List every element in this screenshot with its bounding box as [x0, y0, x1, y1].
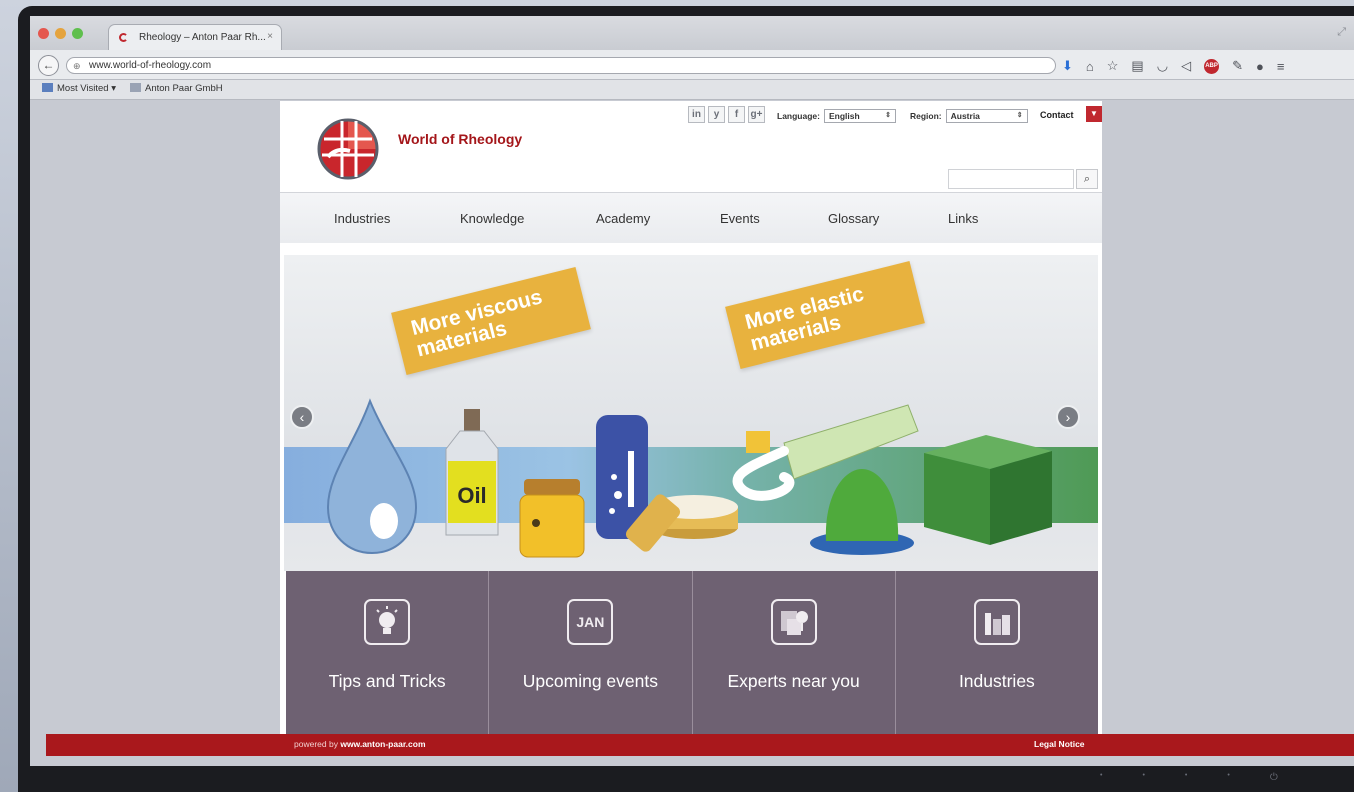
language-label: Language:	[777, 111, 820, 121]
folder-icon	[42, 83, 53, 92]
feature-upcoming-events[interactable]: JAN Upcoming events	[489, 571, 693, 739]
feature-experts-near-you[interactable]: Experts near you	[693, 571, 896, 739]
monitor-button[interactable]: •	[1227, 772, 1229, 783]
nav-events[interactable]: Events	[720, 193, 828, 243]
oil-bottle-icon: Oil	[445, 409, 499, 536]
world-of-rheology-logo[interactable]	[316, 117, 380, 181]
toothpaste-tube-icon	[732, 404, 919, 501]
chat-icon[interactable]: ●	[1256, 59, 1264, 74]
tab-rheology[interactable]: Rheology – Anton Paar Rh... ×	[108, 24, 282, 50]
favicon-icon	[119, 33, 128, 42]
feature-tiles: Tips and Tricks JAN Upcoming events Expe…	[286, 571, 1098, 739]
tab-title: Rheology – Anton Paar Rh...	[139, 32, 266, 43]
adblock-icon[interactable]: ABP	[1204, 58, 1220, 74]
feature-tips-and-tricks[interactable]: Tips and Tricks	[286, 571, 490, 739]
calendar-icon: JAN	[567, 599, 614, 645]
zoom-window-button[interactable]	[72, 28, 83, 39]
oil-label: Oil	[457, 483, 486, 508]
tab-close-icon[interactable]: ×	[267, 31, 273, 42]
monitor-button[interactable]: •	[1100, 772, 1102, 783]
factory-icon	[973, 599, 1020, 645]
rubber-cube-icon	[924, 435, 1052, 545]
legal-notice-link[interactable]: Legal Notice	[1034, 739, 1085, 749]
feature-label: Upcoming events	[522, 671, 658, 691]
nav-knowledge[interactable]: Knowledge	[460, 193, 596, 243]
site-name[interactable]: World of Rheology	[398, 131, 522, 147]
main-navigation: Industries Knowledge Academy Events Glos…	[280, 193, 1102, 243]
site-header: World of Rheology in y f g+ Language: En…	[280, 101, 1102, 193]
navigation-toolbar: ← ⊕ www.world-of-rheology.com ⬇ ⌂ ☆ ▤ ◡ …	[30, 50, 1354, 80]
home-icon[interactable]: ⌂	[1086, 59, 1094, 74]
monitor-button[interactable]: •	[1185, 772, 1187, 783]
facebook-icon[interactable]: f	[728, 106, 745, 123]
nav-links[interactable]: Links	[948, 193, 1028, 243]
search-button[interactable]: ⌕	[1076, 169, 1098, 189]
nav-glossary[interactable]: Glossary	[828, 193, 948, 243]
pocket-icon[interactable]: ◡	[1157, 58, 1168, 74]
google-plus-icon[interactable]: g+	[748, 106, 765, 123]
bookmark-star-icon[interactable]: ☆	[1107, 58, 1119, 74]
linkedin-icon[interactable]: in	[688, 106, 705, 123]
fullscreen-icon[interactable]: ⤢	[1337, 26, 1346, 39]
carousel-next-button[interactable]: ›	[1056, 405, 1080, 429]
language-select[interactable]: English ⇕	[823, 109, 896, 123]
url-text: www.world-of-rheology.com	[89, 60, 212, 71]
anton-paar-link[interactable]: www.anton-paar.com	[340, 739, 425, 749]
feature-label: Tips and Tricks	[328, 671, 446, 691]
social-links: in y f g+	[688, 106, 765, 123]
address-bar[interactable]: ⊕ www.world-of-rheology.com	[66, 57, 1056, 74]
monitor-controls: • • • • ⏻	[1100, 772, 1278, 783]
site-footer: powered by www.anton-paar.com Legal Noti…	[46, 734, 1354, 756]
hero-illustration: Oil	[326, 398, 1052, 558]
nav-industries[interactable]: Industries	[334, 193, 460, 243]
jelly-icon	[810, 469, 914, 555]
download-icon[interactable]: ⬇	[1062, 58, 1073, 74]
close-window-button[interactable]	[38, 28, 49, 39]
browser-window: Rheology – Anton Paar Rh... × ⤢ ← ⊕ www.…	[30, 16, 1354, 766]
menu-icon[interactable]: ≡	[1277, 59, 1285, 74]
honey-jar-icon	[519, 479, 585, 558]
region-select[interactable]: Austria ⇕	[945, 109, 1028, 123]
chevron-updown-icon: ⇕	[885, 112, 891, 119]
map-pin-icon	[770, 599, 817, 645]
reading-list-icon[interactable]: ▤	[1131, 58, 1143, 74]
minimize-window-button[interactable]	[55, 28, 66, 39]
contact-link[interactable]: Contact	[1040, 110, 1074, 120]
water-drop-icon	[326, 398, 418, 555]
contact-dropdown-icon[interactable]: ▼	[1086, 106, 1102, 122]
carousel-prev-button[interactable]: ‹	[290, 405, 314, 429]
feature-label: Industries	[958, 671, 1035, 691]
hero-slider: More viscous materials More elastic mate…	[284, 255, 1098, 571]
locale-selectors: Language: English ⇕ Region: Austria ⇕	[777, 109, 1028, 123]
lightbulb-icon	[364, 599, 411, 645]
search-input[interactable]	[948, 169, 1074, 189]
region-label: Region:	[909, 111, 942, 121]
power-icon[interactable]: ⏻	[1270, 772, 1278, 783]
monitor-button[interactable]: •	[1142, 772, 1144, 783]
extension-icon[interactable]: ✎	[1232, 58, 1243, 74]
send-icon[interactable]: ◁	[1181, 58, 1191, 74]
page-icon	[129, 83, 141, 92]
powered-by: powered by www.anton-paar.com	[294, 739, 426, 749]
bookmark-most-visited[interactable]: Most Visited ▾	[42, 83, 116, 99]
web-page: World of Rheology in y f g+ Language: En…	[280, 101, 1102, 753]
bookmark-anton-paar[interactable]: Anton Paar GmbH	[129, 83, 223, 99]
window-controls	[38, 28, 83, 39]
twitter-icon[interactable]: y	[708, 106, 725, 123]
toolbar-icons: ⬇ ⌂ ☆ ▤ ◡ ◁ ABP ✎ ● ≡	[1062, 58, 1284, 74]
chevron-updown-icon: ⇕	[1016, 112, 1023, 119]
back-button[interactable]: ←	[38, 55, 59, 76]
tab-bar: Rheology – Anton Paar Rh... × ⤢	[30, 16, 1354, 50]
site-identity-icon[interactable]: ⊕	[73, 61, 81, 72]
feature-label: Experts near you	[727, 671, 860, 691]
bookmarks-bar: Most Visited ▾ Anton Paar GmbH	[30, 80, 1354, 100]
nav-academy[interactable]: Academy	[596, 193, 720, 243]
feature-industries[interactable]: Industries	[896, 571, 1098, 739]
